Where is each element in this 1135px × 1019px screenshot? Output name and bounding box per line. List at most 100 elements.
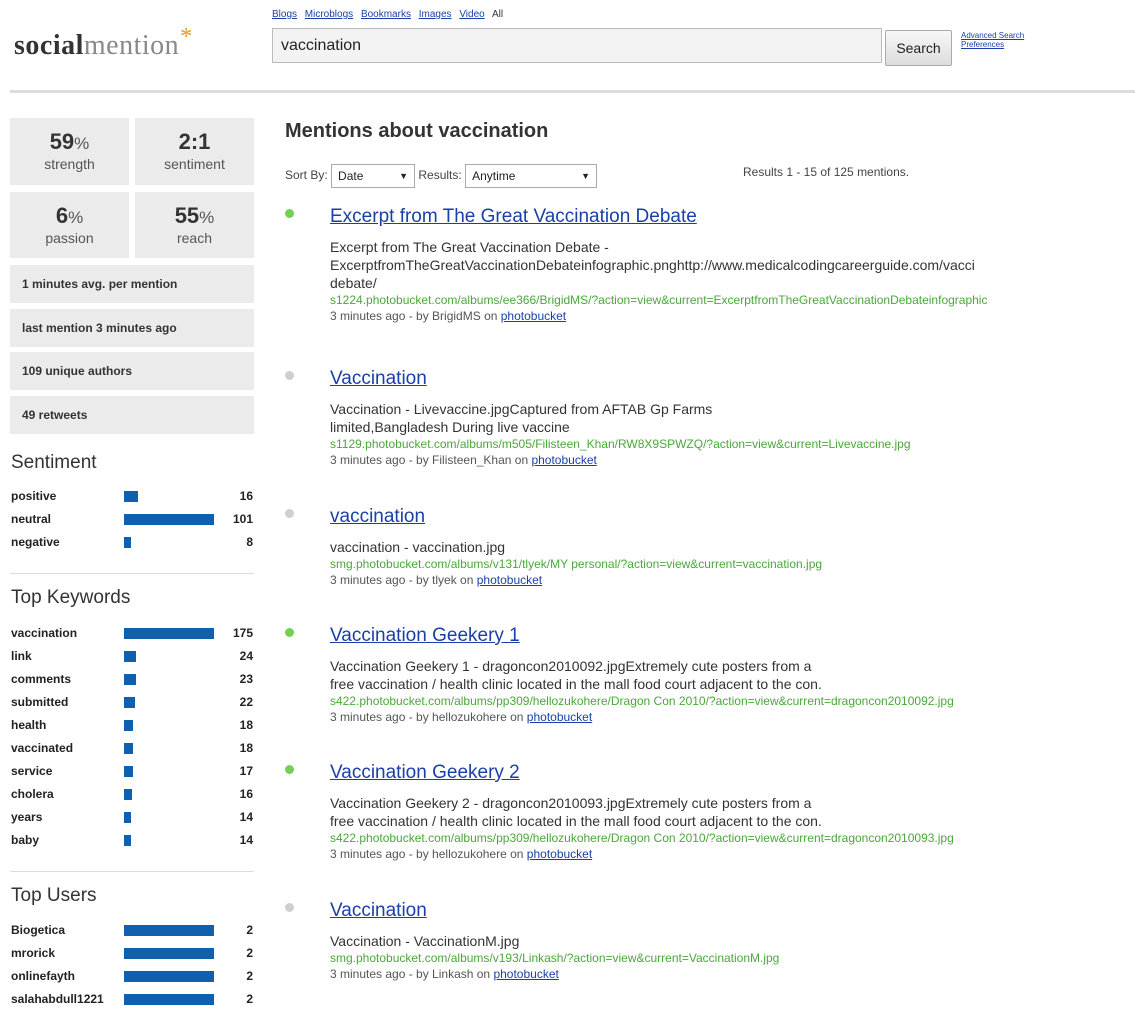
keyword-row-count: 18 <box>239 718 253 732</box>
keyword-row[interactable]: comments 23 <box>11 669 254 692</box>
result-meta: 3 minutes ago - by hellozukohere on phot… <box>330 709 1135 725</box>
result-source-url[interactable]: s422.photobucket.com/albums/pp309/helloz… <box>330 693 1135 709</box>
sentiment-row-bar <box>124 491 138 502</box>
sentiment-row[interactable]: negative 8 <box>11 532 254 555</box>
search-input[interactable] <box>272 28 882 63</box>
result-source-url[interactable]: smg.photobucket.com/albums/v193/Linkash/… <box>330 950 1135 966</box>
type-link-all[interactable]: All <box>492 9 503 20</box>
keyword-row-bar <box>124 743 133 754</box>
sentiment-row-bar <box>124 514 214 525</box>
source-site-link[interactable]: photobucket <box>531 453 596 467</box>
result-description: limited,Bangladesh During live vaccine <box>330 419 570 435</box>
user-row-name[interactable]: mrorick <box>11 946 55 960</box>
result-body: Vaccination Geekery 1 - dragoncon2010092… <box>330 657 1135 725</box>
keyword-row-bar <box>124 697 135 708</box>
result-title-link[interactable]: Vaccination <box>330 900 427 922</box>
source-site-link[interactable]: photobucket <box>477 573 542 587</box>
user-row-name[interactable]: salahabdull1221 <box>11 992 104 1006</box>
keyword-row-name[interactable]: service <box>11 764 52 778</box>
result-source-url[interactable]: s1224.photobucket.com/albums/ee366/Brigi… <box>330 292 1135 308</box>
sentiment-row-bar <box>124 537 131 548</box>
source-site-link[interactable]: photobucket <box>527 847 592 861</box>
stat-reach-label: reach <box>176 230 213 246</box>
search-button[interactable]: Search <box>885 30 952 66</box>
keyword-row[interactable]: baby 14 <box>11 830 254 853</box>
type-link-microblogs[interactable]: Microblogs <box>305 9 353 20</box>
sort-by-label: Sort By: <box>285 168 328 183</box>
user-row-bar <box>124 994 214 1005</box>
result-title-link[interactable]: Vaccination Geekery 2 <box>330 762 520 784</box>
result-description: Vaccination - Livevaccine.jpgCaptured fr… <box>330 401 713 417</box>
keyword-row-name[interactable]: health <box>11 718 46 732</box>
sort-by-select[interactable]: Date ▼ <box>331 164 416 188</box>
result-meta-text: 3 minutes ago - by tlyek on <box>330 573 477 587</box>
dropdown-arrow-icon: ▼ <box>581 171 591 181</box>
result-meta-text: 3 minutes ago - by BrigidMS on <box>330 309 501 323</box>
advanced-search-link[interactable]: Advanced Search <box>961 31 1024 40</box>
status-dot-icon <box>285 509 294 518</box>
user-row[interactable]: mrorick 2 <box>11 943 254 966</box>
keyword-row-name[interactable]: years <box>11 810 42 824</box>
sentiment-row[interactable]: positive 16 <box>11 486 254 509</box>
type-link-blogs[interactable]: Blogs <box>272 9 297 20</box>
keyword-row[interactable]: vaccinated 18 <box>11 738 254 761</box>
result-description: Vaccination Geekery 1 - dragoncon2010092… <box>330 658 812 674</box>
keyword-row-name[interactable]: baby <box>11 833 39 847</box>
result-title-link[interactable]: Vaccination <box>330 368 427 390</box>
keyword-row-count: 22 <box>239 695 253 709</box>
keyword-row[interactable]: cholera 16 <box>11 784 254 807</box>
source-site-link[interactable]: photobucket <box>527 710 592 724</box>
type-link-images[interactable]: Images <box>419 9 452 20</box>
keyword-row-name[interactable]: submitted <box>11 695 68 709</box>
keyword-row[interactable]: health 18 <box>11 715 254 738</box>
result-source-url[interactable]: s422.photobucket.com/albums/pp309/helloz… <box>330 830 1135 846</box>
result-meta-text: 3 minutes ago - by Linkash on <box>330 967 494 981</box>
source-site-link[interactable]: photobucket <box>493 967 558 981</box>
type-link-bookmarks[interactable]: Bookmarks <box>361 9 411 20</box>
results-label: Results: <box>418 168 462 183</box>
result-title-link[interactable]: vaccination <box>330 506 425 528</box>
socialmention-logo[interactable]: socialmention* <box>14 24 193 62</box>
sentiment-row-name[interactable]: positive <box>11 489 56 503</box>
result-description: Vaccination - VaccinationM.jpg <box>330 933 520 949</box>
keyword-row[interactable]: link 24 <box>11 646 254 669</box>
result-title-link[interactable]: Vaccination Geekery 1 <box>330 625 520 647</box>
sentiment-row-count: 101 <box>232 512 253 526</box>
user-row[interactable]: salahabdull1221 2 <box>11 989 254 1012</box>
keyword-row-name[interactable]: vaccination <box>11 626 77 640</box>
results-time-select[interactable]: Anytime ▼ <box>465 164 598 188</box>
dropdown-arrow-icon: ▼ <box>399 171 409 181</box>
user-row[interactable]: Biogetica 2 <box>11 920 254 943</box>
keyword-row-name[interactable]: link <box>11 649 32 663</box>
sentiment-row-count: 8 <box>246 535 253 549</box>
stat-strength: 59% strength <box>10 118 129 185</box>
keyword-row-name[interactable]: cholera <box>11 787 54 801</box>
sentiment-row-name[interactable]: negative <box>11 535 60 549</box>
keyword-row[interactable]: years 14 <box>11 807 254 830</box>
keyword-row[interactable]: service 17 <box>11 761 254 784</box>
user-row-bar <box>124 925 214 936</box>
keyword-row[interactable]: submitted 22 <box>11 692 254 715</box>
stat-passion-value: 6% <box>55 203 84 228</box>
user-row-name[interactable]: Biogetica <box>11 923 65 937</box>
keyword-row-bar <box>124 720 133 731</box>
result-title-link[interactable]: Excerpt from The Great Vaccination Debat… <box>330 206 697 228</box>
keyword-row[interactable]: vaccination 175 <box>11 623 254 646</box>
sort-bar: Sort By: Date ▼ Results: Anytime ▼ <box>285 164 598 188</box>
user-row[interactable]: onlinefayth 2 <box>11 966 254 989</box>
result-source-url[interactable]: s1129.photobucket.com/albums/m505/Filist… <box>330 436 1135 452</box>
user-row-name[interactable]: onlinefayth <box>11 969 75 983</box>
preferences-link[interactable]: Preferences <box>961 40 1024 49</box>
sentiment-row-name[interactable]: neutral <box>11 512 51 526</box>
stat-strength-value: 59% <box>49 129 90 154</box>
status-dot-icon <box>285 903 294 912</box>
result-source-url[interactable]: smg.photobucket.com/albums/v131/tlyek/MY… <box>330 556 1135 572</box>
keyword-row-name[interactable]: vaccinated <box>11 741 73 755</box>
sentiment-row[interactable]: neutral 101 <box>11 509 254 532</box>
keyword-row-bar <box>124 674 136 685</box>
keyword-row-name[interactable]: comments <box>11 672 71 686</box>
source-site-link[interactable]: photobucket <box>501 309 566 323</box>
type-link-video[interactable]: Video <box>459 9 484 20</box>
result-meta-text: 3 minutes ago - by hellozukohere on <box>330 847 527 861</box>
stat-sentiment: 2:1 sentiment <box>135 118 254 185</box>
